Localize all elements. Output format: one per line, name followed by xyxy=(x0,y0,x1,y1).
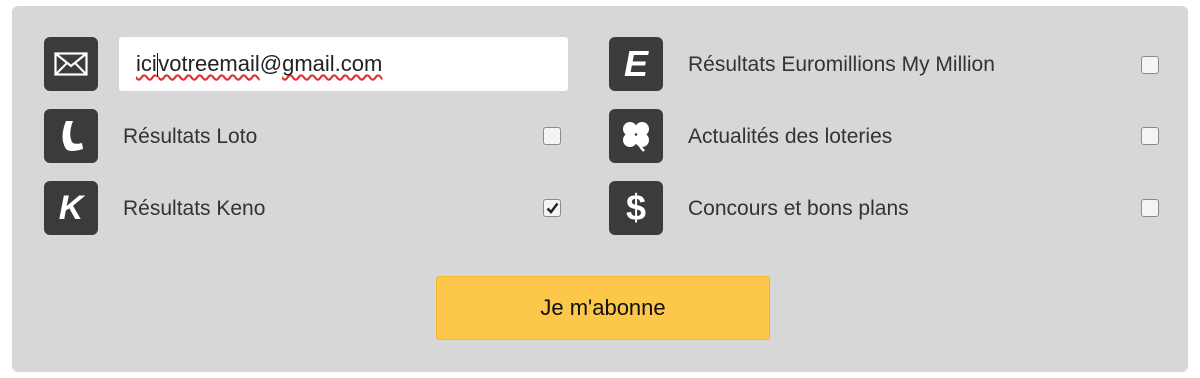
option-label-keno: Résultats Keno xyxy=(123,197,266,220)
checkbox-keno[interactable] xyxy=(543,199,561,217)
email-text: ici xyxy=(136,51,157,76)
email-text: @ xyxy=(259,51,283,76)
checkmark-icon xyxy=(546,202,558,214)
email-text: gmail.com xyxy=(282,51,383,76)
loto-logo-icon xyxy=(44,109,98,163)
option-label-euromillions: Résultats Euromillions My Million xyxy=(688,53,995,76)
option-label-concours: Concours et bons plans xyxy=(688,197,909,220)
euromillions-letter: E xyxy=(623,43,648,84)
email-text: votreemail xyxy=(158,51,260,76)
checkbox-concours[interactable] xyxy=(1141,199,1159,217)
subscribe-button[interactable]: Je m'abonne xyxy=(436,276,770,340)
checkbox-actualites[interactable] xyxy=(1141,127,1159,145)
euromillions-logo-icon: E xyxy=(609,37,663,91)
checkbox-loto[interactable] xyxy=(543,127,561,145)
option-label-loto: Résultats Loto xyxy=(123,125,258,148)
dollar-glyph: $ xyxy=(625,187,647,228)
keno-letter: K xyxy=(58,188,84,227)
envelope-icon xyxy=(44,37,98,91)
keno-logo-icon: K xyxy=(44,181,98,235)
clover-icon xyxy=(609,109,663,163)
dollar-icon: $ xyxy=(609,181,663,235)
checkbox-euromillions[interactable] xyxy=(1141,56,1159,74)
email-input[interactable]: icivotreemail@gmail.com xyxy=(119,37,568,91)
option-label-actualites: Actualités des loteries xyxy=(688,125,893,148)
